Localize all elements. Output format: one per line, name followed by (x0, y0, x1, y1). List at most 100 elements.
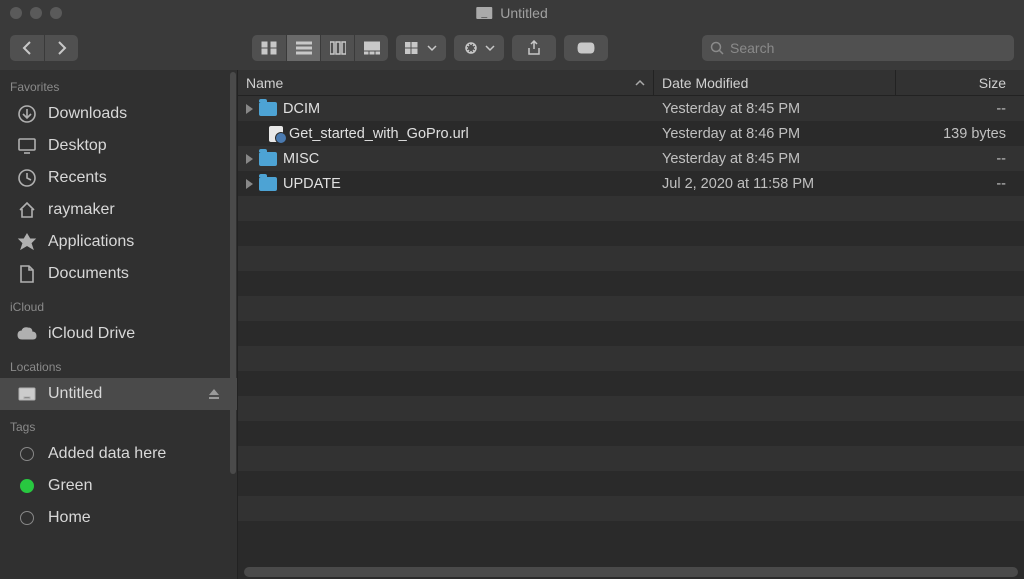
empty-row (238, 396, 1024, 421)
window-controls (10, 7, 62, 19)
sidebar-item-applications[interactable]: Applications (0, 226, 237, 258)
sidebar-item-label: raymaker (48, 201, 115, 219)
view-buttons (252, 35, 388, 61)
sidebar-item-raymaker[interactable]: raymaker (0, 194, 237, 226)
house-icon (16, 201, 38, 219)
tag-color-icon (20, 447, 34, 461)
column-size[interactable]: Size (896, 70, 1024, 95)
icon-view-button[interactable] (252, 35, 286, 61)
tags-button[interactable] (564, 35, 608, 61)
sidebar-section-favorites: Favorites (0, 70, 237, 98)
sidebar-item-untitled[interactable]: Untitled (0, 378, 237, 410)
disk-icon (476, 7, 492, 19)
file-icon (269, 126, 283, 142)
sidebar-item-label: Documents (48, 265, 129, 283)
file-name: Get_started_with_GoPro.url (289, 126, 469, 142)
tag-color-icon (20, 479, 34, 493)
back-button[interactable] (10, 35, 44, 61)
sidebar-item-green[interactable]: Green (0, 470, 237, 502)
sidebar-item-label: Downloads (48, 105, 127, 123)
file-name: MISC (283, 151, 319, 167)
titlebar: Untitled (0, 0, 1024, 26)
close-window-button[interactable] (10, 7, 22, 19)
sidebar-item-label: Green (48, 477, 92, 495)
column-view-button[interactable] (320, 35, 354, 61)
file-row[interactable]: MISC Yesterday at 8:45 PM -- (238, 146, 1024, 171)
empty-row (238, 321, 1024, 346)
share-button[interactable] (512, 35, 556, 61)
empty-row (238, 271, 1024, 296)
empty-row (238, 496, 1024, 521)
file-list: Name Date Modified Size DCIM Yesterday a… (238, 70, 1024, 579)
eject-icon[interactable] (207, 387, 221, 401)
group-by-button[interactable] (396, 35, 446, 61)
file-size: 139 bytes (896, 126, 1024, 142)
download-icon (16, 104, 38, 124)
sidebar-item-label: iCloud Drive (48, 325, 135, 343)
empty-row (238, 246, 1024, 271)
sidebar-item-downloads[interactable]: Downloads (0, 98, 237, 130)
gallery-view-button[interactable] (354, 35, 388, 61)
sidebar-item-added-data-here[interactable]: Added data here (0, 438, 237, 470)
folder-icon (259, 152, 277, 166)
action-menu-button[interactable] (454, 35, 504, 61)
maximize-window-button[interactable] (50, 7, 62, 19)
search-field[interactable] (702, 35, 1014, 61)
sidebar-item-label: Desktop (48, 137, 107, 155)
file-size: -- (896, 151, 1024, 167)
empty-row (238, 371, 1024, 396)
column-headers: Name Date Modified Size (238, 70, 1024, 96)
column-name[interactable]: Name (238, 70, 654, 95)
file-size: -- (896, 176, 1024, 192)
documents-icon (16, 264, 38, 284)
minimize-window-button[interactable] (30, 7, 42, 19)
empty-row (238, 446, 1024, 471)
sidebar: Favorites Downloads Desktop Recents raymake… (0, 70, 238, 579)
file-date: Yesterday at 8:46 PM (654, 126, 896, 142)
sidebar-item-documents[interactable]: Documents (0, 258, 237, 290)
file-name: DCIM (283, 101, 320, 117)
forward-button[interactable] (44, 35, 78, 61)
sidebar-scrollbar[interactable] (230, 72, 236, 474)
empty-row (238, 471, 1024, 496)
sidebar-section-tags: Tags (0, 410, 237, 438)
horizontal-scrollbar[interactable] (244, 567, 1018, 577)
search-input[interactable] (730, 40, 1006, 56)
desktop-icon (16, 137, 38, 155)
file-row[interactable]: DCIM Yesterday at 8:45 PM -- (238, 96, 1024, 121)
empty-row (238, 346, 1024, 371)
sidebar-item-label: Home (48, 509, 91, 527)
folder-icon (259, 177, 277, 191)
disclosure-triangle-icon[interactable] (246, 154, 253, 164)
file-date: Yesterday at 8:45 PM (654, 101, 896, 117)
empty-row (238, 521, 1024, 546)
disk-icon (16, 386, 38, 402)
sidebar-section-icloud: iCloud (0, 290, 237, 318)
file-row[interactable]: Get_started_with_GoPro.url Yesterday at … (238, 121, 1024, 146)
sidebar-item-home[interactable]: Home (0, 502, 237, 534)
empty-row (238, 421, 1024, 446)
sidebar-item-label: Added data here (48, 445, 166, 463)
file-date: Yesterday at 8:45 PM (654, 151, 896, 167)
file-row[interactable]: UPDATE Jul 2, 2020 at 11:58 PM -- (238, 171, 1024, 196)
file-name: UPDATE (283, 176, 341, 192)
applications-icon (16, 232, 38, 252)
disclosure-triangle-icon[interactable] (246, 179, 253, 189)
sidebar-item-desktop[interactable]: Desktop (0, 130, 237, 162)
empty-row (238, 221, 1024, 246)
sidebar-item-label: Recents (48, 169, 107, 187)
disclosure-triangle-icon[interactable] (246, 104, 253, 114)
file-date: Jul 2, 2020 at 11:58 PM (654, 176, 896, 192)
sidebar-item-icloud-drive[interactable]: iCloud Drive (0, 318, 237, 350)
column-date-modified[interactable]: Date Modified (654, 70, 896, 95)
toolbar (0, 26, 1024, 70)
sort-ascending-icon (635, 79, 645, 87)
sidebar-item-label: Untitled (48, 385, 102, 403)
sidebar-item-recents[interactable]: Recents (0, 162, 237, 194)
empty-row (238, 296, 1024, 321)
nav-buttons (10, 35, 78, 61)
sidebar-item-label: Applications (48, 233, 134, 251)
recents-icon (16, 168, 38, 188)
list-view-button[interactable] (286, 35, 320, 61)
cloud-icon (16, 326, 38, 342)
